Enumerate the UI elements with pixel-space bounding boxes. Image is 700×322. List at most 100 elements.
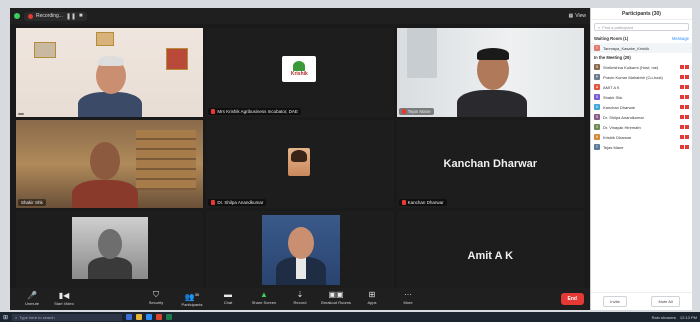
- share-screen-icon: ▲: [260, 289, 268, 299]
- participant-row[interactable]: K Kanchan Dharwar: [591, 102, 692, 112]
- record-button[interactable]: ⇣ Record: [284, 290, 316, 308]
- panel-title: Participants (30): [591, 8, 692, 20]
- meeting-toolbar: 🎤 Unmute ▮◀ Start Video ⛉ Security 👥30 P…: [10, 288, 590, 310]
- video-off-icon: [685, 135, 689, 139]
- video-tile[interactable]: Tejas Mane: [396, 28, 584, 117]
- participant-row[interactable]: S Shakir Shk: [591, 92, 692, 102]
- participant-name: Mrs Krishik Agribusiness Incubator, DAE: [217, 108, 298, 114]
- participant-name: Shakir Shk: [21, 200, 43, 206]
- waiting-participant-row[interactable]: T Tanmaya_Kasabe_Krishik: [591, 43, 692, 53]
- participant-row[interactable]: S Shrikrishna Kulkarni (Host, me): [591, 62, 692, 72]
- person-hair: [291, 149, 308, 162]
- zoom-app-icon[interactable]: [146, 314, 153, 320]
- more-button[interactable]: ··· More: [392, 289, 424, 308]
- video-tile[interactable]: [16, 28, 204, 117]
- taskbar-search-placeholder: Type here to search: [19, 314, 55, 320]
- participant-status-icons: [680, 135, 689, 139]
- video-tile-active-speaker[interactable]: Amit A K Amit A K: [396, 211, 584, 300]
- stop-recording-icon[interactable]: ■: [79, 13, 83, 19]
- unmute-button[interactable]: 🎤 Unmute: [16, 292, 48, 307]
- participant-row[interactable]: P Pravin Kumar Mahabhir (Co-host): [591, 72, 692, 82]
- more-label: More: [403, 299, 413, 305]
- person-body: [78, 92, 142, 117]
- participant-name-tag: [18, 112, 24, 115]
- breakout-rooms-button[interactable]: ▣▣ Breakout Rooms: [320, 290, 352, 308]
- waiting-room-header[interactable]: Waiting Room (1) Message: [591, 34, 692, 43]
- participant-name-tag: Tejas Mane: [398, 107, 434, 115]
- security-label: Security: [148, 299, 164, 305]
- task-view-icon[interactable]: [126, 314, 133, 320]
- video-tile[interactable]: Pravin Kumar Mahabhir: [16, 211, 204, 300]
- windows-start-icon[interactable]: ⊞: [3, 314, 8, 321]
- participant-name: Tanmaya_Kasabe_Krishik: [603, 45, 650, 51]
- end-meeting-button[interactable]: End: [560, 293, 584, 305]
- participant-name-tag: Kanchan Dharwar: [398, 199, 447, 207]
- participants-button[interactable]: 👥30 Participants: [176, 291, 208, 308]
- video-tile[interactable]: Kanchan Dharwar Kanchan Dharwar: [396, 119, 584, 209]
- video-tile[interactable]: Dr. Vinayak Hiremath: [206, 211, 394, 300]
- pause-recording-icon[interactable]: ❚❚: [66, 13, 76, 20]
- participant-status-icons: [680, 105, 689, 109]
- video-tile[interactable]: Dr. Shilpa Anandkumar: [206, 119, 394, 209]
- avatar: K: [594, 104, 600, 110]
- participant-status-icons: [680, 75, 689, 79]
- leaf-icon: [293, 61, 306, 71]
- video-tile[interactable]: Shakir Shk: [16, 119, 204, 209]
- avatar: T: [594, 144, 600, 150]
- participant-row[interactable]: S Dr. Shilpa Anandkumar: [591, 112, 692, 122]
- participant-name-tag: Mrs Krishik Agribusiness Incubator, DAE: [208, 107, 301, 115]
- chrome-icon[interactable]: [156, 314, 163, 320]
- participant-row[interactable]: K Krishik Dharwar: [591, 132, 692, 142]
- recording-label: Recording...: [36, 13, 63, 19]
- toolbar-center-group: ⛉ Security 👥30 Participants ▬ Chat ▲ Sha…: [140, 289, 424, 308]
- clock[interactable]: 12:13 PM: [680, 315, 697, 320]
- record-dot-icon: [28, 13, 33, 19]
- participant-row[interactable]: A AMIT A K: [591, 82, 692, 92]
- taskbar-search-input[interactable]: ⌕ Type here to search: [12, 313, 123, 321]
- start-video-button[interactable]: ▮◀ Start Video: [48, 292, 80, 307]
- avatar: S: [594, 64, 600, 70]
- muted-mic-icon: [211, 108, 216, 114]
- view-label: View: [575, 13, 586, 19]
- mute-all-button[interactable]: Mute All: [651, 296, 680, 307]
- participants-panel: Participants (30) ⌕ Find a participant W…: [590, 8, 692, 310]
- weather-text[interactable]: Rain showers: [652, 315, 676, 320]
- security-shield-icon[interactable]: [14, 13, 20, 19]
- search-icon: ⌕: [598, 24, 601, 30]
- participants-count: 30: [194, 291, 200, 297]
- excel-icon[interactable]: [166, 314, 173, 320]
- muted-mic-icon: [680, 145, 684, 149]
- avatar: A: [594, 84, 600, 90]
- video-off-icon: [685, 105, 689, 109]
- file-explorer-icon[interactable]: [136, 314, 143, 320]
- message-waiting-link[interactable]: Message: [672, 36, 689, 41]
- recording-indicator[interactable]: Recording... ❚❚ ■: [24, 11, 87, 21]
- participant-row[interactable]: T Tejas Mane: [591, 142, 692, 152]
- participant-name: Pravin Kumar Mahabhir (Co-host): [603, 74, 663, 80]
- participant-search-input[interactable]: ⌕ Find a participant: [594, 23, 689, 31]
- participant-row[interactable]: V Dr. Vinayak Hiremath: [591, 122, 692, 132]
- invite-button[interactable]: Invite: [603, 296, 627, 307]
- muted-mic-icon: [680, 75, 684, 79]
- video-off-icon: [685, 85, 689, 89]
- person-head: [288, 227, 315, 260]
- more-icon: ···: [404, 289, 412, 299]
- muted-mic-icon: [680, 115, 684, 119]
- view-button[interactable]: ▦ View: [569, 13, 586, 19]
- chat-button[interactable]: ▬ Chat: [212, 290, 244, 308]
- in-meeting-header[interactable]: In the Meeting (29): [591, 53, 692, 62]
- share-screen-button[interactable]: ▲ Share Screen: [248, 289, 280, 308]
- video-tile[interactable]: Krishik Mrs Krishik Agribusiness Incubat…: [206, 28, 394, 117]
- window-frame: [406, 28, 437, 78]
- panel-footer: Invite Mute All: [591, 292, 692, 310]
- security-button[interactable]: ⛉ Security: [140, 290, 172, 308]
- profile-picture: [72, 217, 148, 280]
- grid-view-icon: ▦: [568, 13, 574, 19]
- person-head: [98, 229, 122, 260]
- participant-status-icons: [680, 65, 689, 69]
- video-off-icon: [685, 115, 689, 119]
- muted-mic-icon: [680, 105, 684, 109]
- apps-button[interactable]: ⊞ Apps: [356, 290, 388, 308]
- video-off-icon: [685, 65, 689, 69]
- participant-name: Dr. Shilpa Anandkumar: [217, 200, 264, 206]
